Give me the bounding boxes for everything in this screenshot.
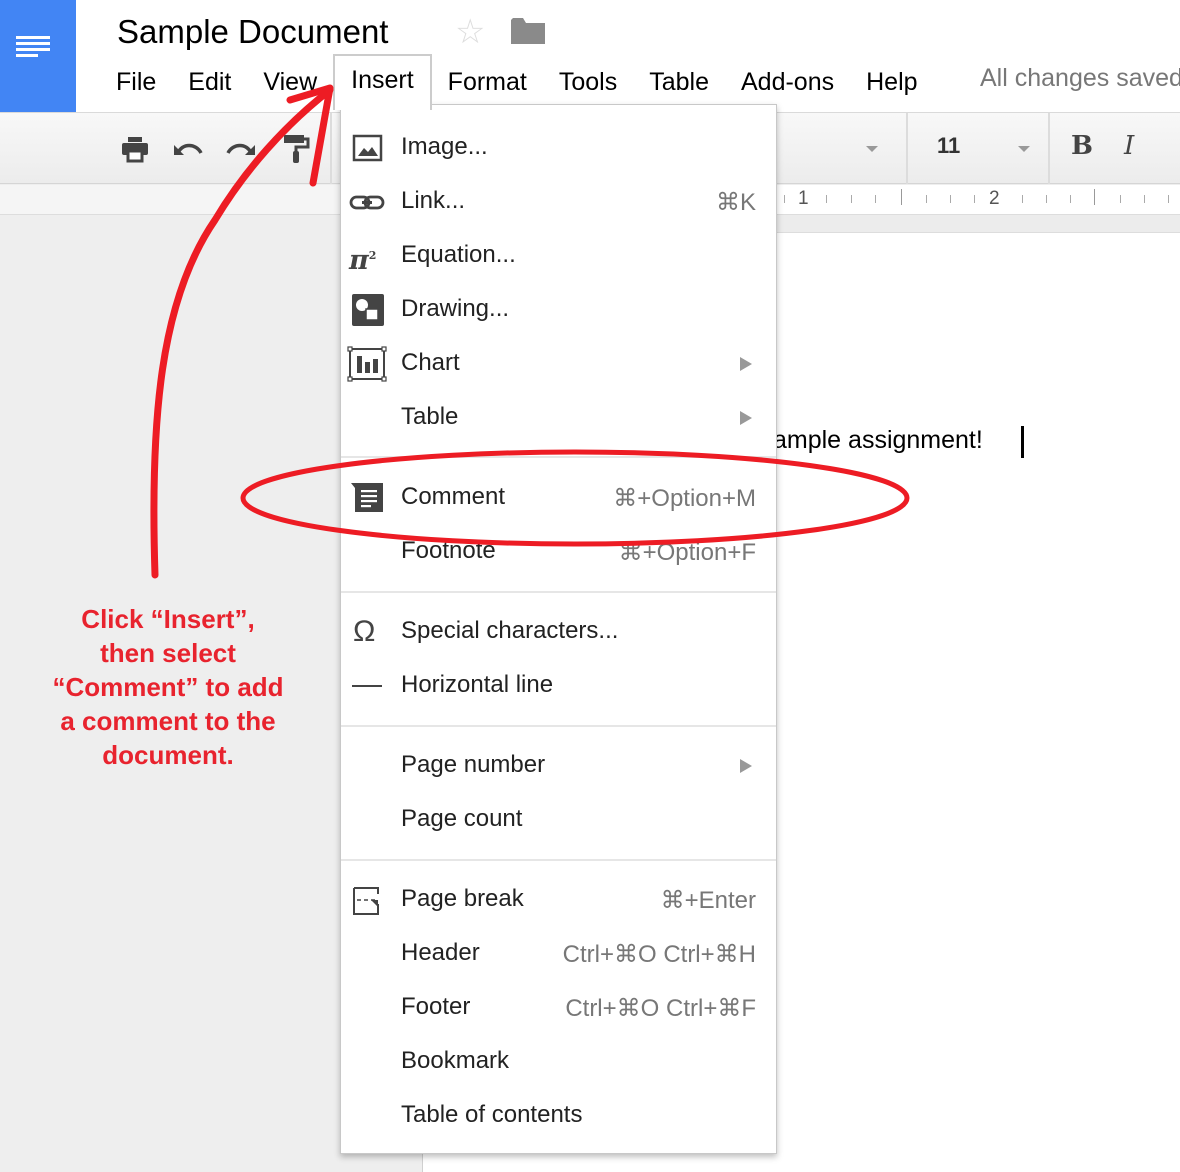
menu-separator (341, 859, 776, 861)
equation-icon: π2 (349, 245, 377, 276)
annotation-instruction: Click “Insert”, then select “Comment” to… (30, 602, 306, 772)
menu-format[interactable]: Format (432, 58, 543, 106)
menu-item-shortcut: ⌘+Option+F (618, 539, 756, 566)
menu-item-shortcut: ⌘+Option+M (613, 485, 756, 512)
insert-menu-item-footnote[interactable]: Footnote ⌘+Option+F (341, 525, 776, 579)
toolbar-divider (906, 113, 908, 184)
redo-icon[interactable] (225, 133, 257, 165)
docs-home-logo[interactable] (0, 0, 76, 112)
menu-item-label: Comment (401, 483, 506, 510)
insert-menu: Image... Link... ⌘K π2 Equation... Drawi… (340, 104, 777, 1154)
page-break-icon (353, 887, 379, 915)
font-size-dropdown-arrow-icon[interactable] (1018, 146, 1030, 152)
docs-logo-icon (16, 36, 50, 60)
menu-item-shortcut: Ctrl+⌘O Ctrl+⌘H (562, 941, 756, 968)
menu-item-label: Table of contents (401, 1101, 583, 1128)
ruler[interactable]: 1 2 (776, 185, 1180, 215)
menu-table[interactable]: Table (633, 58, 725, 106)
bold-button[interactable]: B (1071, 131, 1093, 161)
menu-item-label: Table (401, 403, 459, 430)
google-docs-window: Sample Document ☆ File Edit View Insert … (0, 0, 1180, 1172)
menu-item-label: Footer (401, 993, 471, 1020)
menu-item-label: Image... (401, 133, 488, 160)
undo-icon[interactable] (172, 133, 204, 165)
save-status[interactable]: All changes saved (980, 64, 1180, 93)
insert-menu-item-page-break[interactable]: Page break ⌘+Enter (341, 873, 776, 927)
font-dropdown-arrow-icon[interactable] (866, 146, 878, 152)
menu-help[interactable]: Help (850, 58, 933, 106)
toolbar-divider (330, 113, 332, 184)
toolbar-divider (1048, 113, 1050, 184)
ruler-label: 2 (989, 188, 1000, 209)
menu-item-label: Horizontal line (401, 671, 554, 698)
ruler-margin-strip (776, 215, 1180, 233)
menu-item-label: Drawing... (401, 295, 510, 322)
menu-add-ons[interactable]: Add-ons (725, 58, 850, 106)
insert-menu-item-bookmark[interactable]: Bookmark (341, 1035, 776, 1089)
image-icon (352, 134, 383, 162)
insert-menu-item-table[interactable]: Table (341, 391, 776, 445)
menu-bar: File Edit View Insert Format Tools Table… (100, 54, 934, 110)
omega-icon: Ω (353, 615, 376, 648)
insert-menu-item-link[interactable]: Link... ⌘K (341, 175, 776, 229)
document-body-text[interactable]: ample assignment! (773, 426, 983, 455)
submenu-arrow-icon (740, 759, 752, 773)
paint-format-icon[interactable] (280, 133, 312, 165)
insert-menu-item-horizontal-line[interactable]: Horizontal line (341, 659, 776, 713)
comment-icon (351, 483, 383, 512)
menu-separator (341, 456, 776, 458)
insert-menu-item-header[interactable]: Header Ctrl+⌘O Ctrl+⌘H (341, 927, 776, 981)
menu-insert[interactable]: Insert (333, 54, 432, 110)
menu-item-shortcut: ⌘+Enter (660, 887, 756, 914)
submenu-arrow-icon (740, 357, 752, 371)
menu-item-label: Bookmark (401, 1047, 510, 1074)
menu-item-label: Equation... (401, 241, 516, 268)
insert-menu-item-image[interactable]: Image... (341, 121, 776, 175)
insert-menu-item-page-number[interactable]: Page number (341, 739, 776, 793)
insert-menu-item-page-count[interactable]: Page count (341, 793, 776, 847)
submenu-arrow-icon (740, 411, 752, 425)
menu-item-label: Page break (401, 885, 524, 912)
insert-menu-item-table-of-contents[interactable]: Table of contents (341, 1089, 776, 1143)
instruction-line: Click “Insert”, (81, 604, 255, 634)
menu-separator (341, 725, 776, 727)
text-cursor (1021, 426, 1024, 458)
italic-button[interactable]: I (1124, 131, 1134, 161)
insert-menu-item-drawing[interactable]: Drawing... (341, 283, 776, 337)
star-outline-icon[interactable]: ☆ (455, 12, 485, 52)
instruction-line: “Comment” to add (52, 672, 284, 702)
link-icon (349, 195, 385, 210)
menu-item-label: Page count (401, 805, 523, 832)
header: Sample Document ☆ File Edit View Insert … (0, 0, 1180, 113)
ruler-label: 1 (798, 188, 809, 209)
menu-separator (341, 591, 776, 593)
print-icon[interactable] (119, 133, 151, 165)
folder-icon[interactable] (511, 18, 545, 44)
instruction-line: a comment to the (60, 706, 276, 736)
menu-item-label: Chart (401, 349, 460, 376)
instruction-line: document. (102, 740, 234, 770)
insert-menu-item-equation[interactable]: π2 Equation... (341, 229, 776, 283)
menu-file[interactable]: File (100, 58, 172, 106)
menu-item-label: Page number (401, 751, 546, 778)
menu-item-label: Header (401, 939, 480, 966)
menu-tools[interactable]: Tools (543, 58, 633, 106)
menu-item-label: Link... (401, 187, 466, 214)
insert-menu-item-special-characters[interactable]: Ω Special characters... (341, 605, 776, 659)
menu-item-shortcut: ⌘K (715, 189, 756, 216)
instruction-line: then select (100, 638, 236, 668)
document-title[interactable]: Sample Document (117, 12, 388, 52)
horizontal-line-icon (352, 685, 382, 687)
insert-menu-item-comment[interactable]: Comment ⌘+Option+M (341, 471, 776, 525)
menu-item-label: Special characters... (401, 617, 619, 644)
chart-icon (347, 346, 387, 382)
menu-item-label: Footnote (401, 537, 496, 564)
menu-edit[interactable]: Edit (172, 58, 247, 106)
insert-menu-item-chart[interactable]: Chart (341, 337, 776, 391)
drawing-icon (352, 294, 384, 326)
insert-menu-item-footer[interactable]: Footer Ctrl+⌘O Ctrl+⌘F (341, 981, 776, 1035)
menu-item-shortcut: Ctrl+⌘O Ctrl+⌘F (565, 995, 756, 1022)
font-size-select[interactable]: 11 (937, 133, 960, 159)
menu-view[interactable]: View (247, 58, 333, 106)
